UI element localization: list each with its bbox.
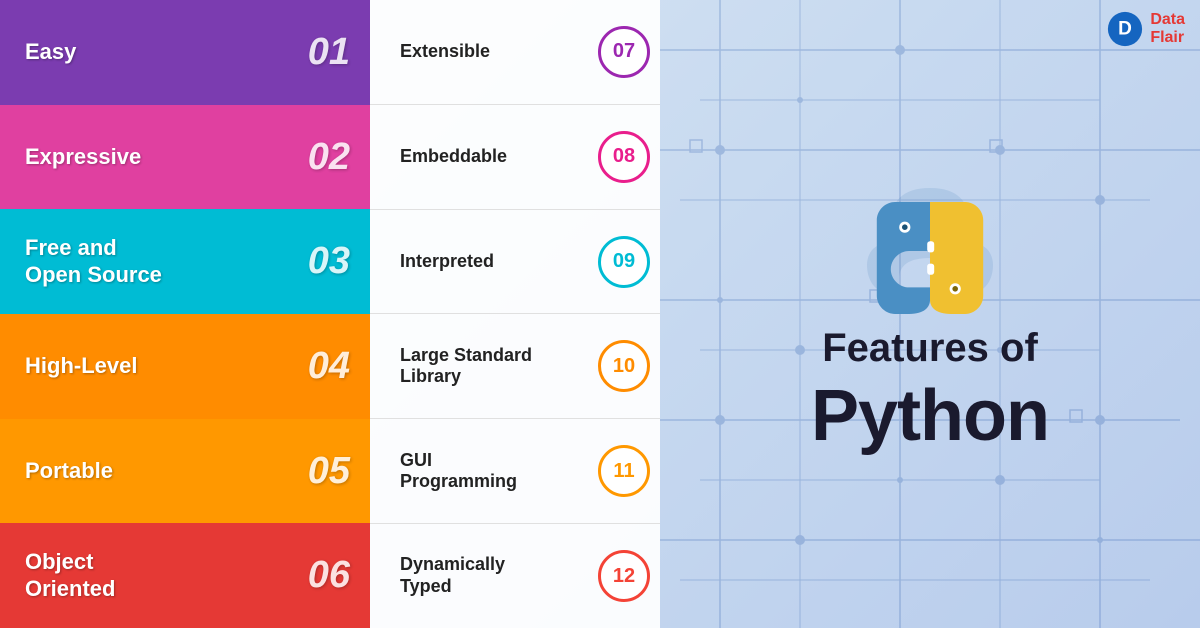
feature-label-dynamically-typed: Dynamically Typed xyxy=(400,554,505,597)
feature-row-object-oriented: Object Oriented 06 xyxy=(0,523,370,628)
feature-label-free-open: Free and Open Source xyxy=(25,235,162,288)
feature-circle-09: 09 xyxy=(598,236,650,288)
feature-label-gui: GUI Programming xyxy=(400,450,517,493)
feature-label-portable: Portable xyxy=(25,458,113,484)
feature-row-gui: GUI Programming 11 xyxy=(370,419,660,524)
hero-panel: D DataFlair xyxy=(660,0,1200,628)
feature-num-02: 02 xyxy=(308,136,350,179)
feature-label-interpreted: Interpreted xyxy=(400,251,494,273)
dataflair-logo: D DataFlair xyxy=(1106,10,1185,48)
feature-row-embeddable: Embeddable 08 xyxy=(370,105,660,210)
feature-row-portable: Portable 05 xyxy=(0,419,370,524)
feature-circle-11: 11 xyxy=(598,445,650,497)
features-of-text: Features of xyxy=(822,326,1038,370)
feature-row-high-level: High-Level 04 xyxy=(0,314,370,419)
feature-label-large-library: Large Standard Library xyxy=(400,345,532,388)
feature-circle-08: 08 xyxy=(598,131,650,183)
feature-label-embeddable: Embeddable xyxy=(400,146,507,168)
feature-label-easy: Easy xyxy=(25,39,76,65)
feature-row-dynamically-typed: Dynamically Typed 12 xyxy=(370,524,660,628)
feature-num-05: 05 xyxy=(308,450,350,493)
feature-num-01: 01 xyxy=(308,31,350,74)
feature-row-easy: Easy 01 xyxy=(0,0,370,105)
feature-row-free-open: Free and Open Source 03 xyxy=(0,209,370,314)
feature-row-extensible: Extensible 07 xyxy=(370,0,660,105)
python-logo xyxy=(860,181,1000,321)
feature-row-interpreted: Interpreted 09 xyxy=(370,210,660,315)
feature-num-03: 03 xyxy=(308,240,350,283)
feature-label-extensible: Extensible xyxy=(400,41,490,63)
right-features-panel: Extensible 07 Embeddable 08 Interpreted … xyxy=(370,0,660,628)
left-features-panel: Easy 01 Expressive 02 Free and Open Sour… xyxy=(0,0,370,628)
dataflair-text: DataFlair xyxy=(1150,11,1185,46)
feature-circle-10: 10 xyxy=(598,340,650,392)
feature-num-04: 04 xyxy=(308,345,350,388)
feature-circle-12: 12 xyxy=(598,550,650,602)
feature-row-large-library: Large Standard Library 10 xyxy=(370,314,660,419)
feature-circle-07: 07 xyxy=(598,26,650,78)
feature-label-high-level: High-Level xyxy=(25,353,137,379)
main-content: Easy 01 Expressive 02 Free and Open Sour… xyxy=(0,0,1200,628)
python-text: Python xyxy=(811,380,1049,452)
feature-label-expressive: Expressive xyxy=(25,144,141,170)
feature-row-expressive: Expressive 02 xyxy=(0,105,370,210)
feature-num-06: 06 xyxy=(308,554,350,597)
svg-text:D: D xyxy=(1118,19,1132,40)
feature-label-object-oriented: Object Oriented xyxy=(25,549,115,602)
dataflair-icon: D xyxy=(1106,10,1144,48)
